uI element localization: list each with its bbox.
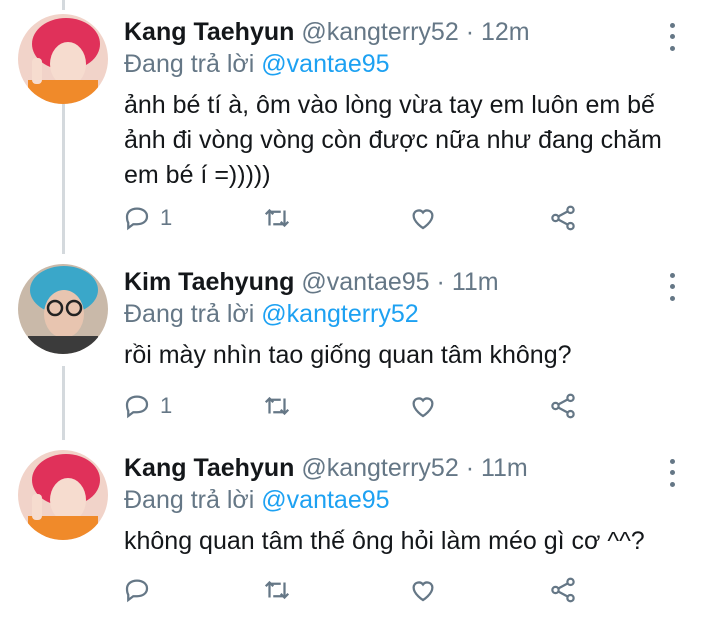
user-name[interactable]: Kim Taehyung [124,268,294,296]
retweet-icon [264,208,290,228]
retweet-icon [264,396,290,416]
tweet-text: ảnh bé tí à, ôm vào lòng vừa tay em luôn… [124,91,662,189]
tweet-header: Kang Taehyun @kangterry52 · 12m [124,16,530,48]
separator-dot: · [465,18,475,46]
tweet-text: không quan tâm thế ông hỏi làm méo gì cơ… [124,527,645,555]
thread-line [62,0,65,10]
reply-count: 1 [160,205,173,230]
retweet-icon [264,580,290,600]
action-bar: 1 [122,200,602,236]
mention-link[interactable]: @vantae95 [261,486,389,514]
retweet-button[interactable] [262,572,292,608]
action-bar [122,572,602,608]
like-button[interactable] [408,388,438,424]
like-icon [412,581,434,602]
reply-prefix: Đang trả lời [124,50,255,78]
user-handle[interactable]: @vantae95 [301,268,429,296]
reply-icon [125,207,149,231]
reply-button[interactable] [122,572,160,608]
like-icon [412,397,434,418]
action-bar: 1 [122,388,602,424]
separator-dot: · [436,268,445,296]
avatar[interactable] [18,450,108,540]
like-button[interactable] [408,200,438,236]
separator-dot: · [465,454,475,482]
tweet-header: Kim Taehyung @vantae95 · 11m [124,266,499,298]
reply-icon [125,579,149,603]
avatar[interactable] [18,264,108,354]
share-button[interactable] [548,572,578,608]
reply-count: 1 [160,393,173,418]
like-button[interactable] [408,572,438,608]
more-icon[interactable] [660,456,684,490]
reply-prefix: Đang trả lời [124,486,255,514]
user-name[interactable]: Kang Taehyun [124,454,294,482]
reply-context: Đang trả lời @kangterry52 [124,298,419,330]
share-icon [551,393,575,419]
reply-button[interactable]: 1 [122,200,172,236]
mention-link[interactable]: @kangterry52 [261,300,418,328]
reply-icon [125,395,149,419]
more-icon[interactable] [660,270,684,304]
user-name[interactable]: Kang Taehyun [124,18,294,46]
user-handle[interactable]: @kangterry52 [301,18,458,46]
mention-link[interactable]: @vantae95 [261,50,389,78]
retweet-button[interactable] [262,388,292,424]
reply-prefix: Đang trả lời [124,300,255,328]
more-icon[interactable] [660,20,684,54]
share-icon [551,205,575,231]
tweet[interactable]: Kim Taehyung @vantae95 · 11m Đang trả lờ… [0,264,720,434]
reply-button[interactable]: 1 [122,388,172,424]
reply-context: Đang trả lời @vantae95 [124,48,390,80]
timestamp[interactable]: 11m [481,454,528,482]
user-handle[interactable]: @kangterry52 [301,454,458,482]
retweet-button[interactable] [262,200,292,236]
avatar[interactable] [18,14,108,104]
timestamp[interactable]: 11m [452,268,499,296]
like-icon [412,209,434,230]
share-button[interactable] [548,388,578,424]
tweet[interactable]: Kang Taehyun @kangterry52 · 12m Đang trả… [0,14,720,244]
tweet[interactable]: Kang Taehyun @kangterry52 · 11m Đang trả… [0,450,720,615]
tweet-header: Kang Taehyun @kangterry52 · 11m [124,452,528,484]
reply-context: Đang trả lời @vantae95 [124,484,390,516]
share-button[interactable] [548,200,578,236]
timestamp[interactable]: 12m [481,18,530,46]
share-icon [551,577,575,603]
tweet-text: rồi mày nhìn tao giống quan tâm không? [124,341,572,369]
